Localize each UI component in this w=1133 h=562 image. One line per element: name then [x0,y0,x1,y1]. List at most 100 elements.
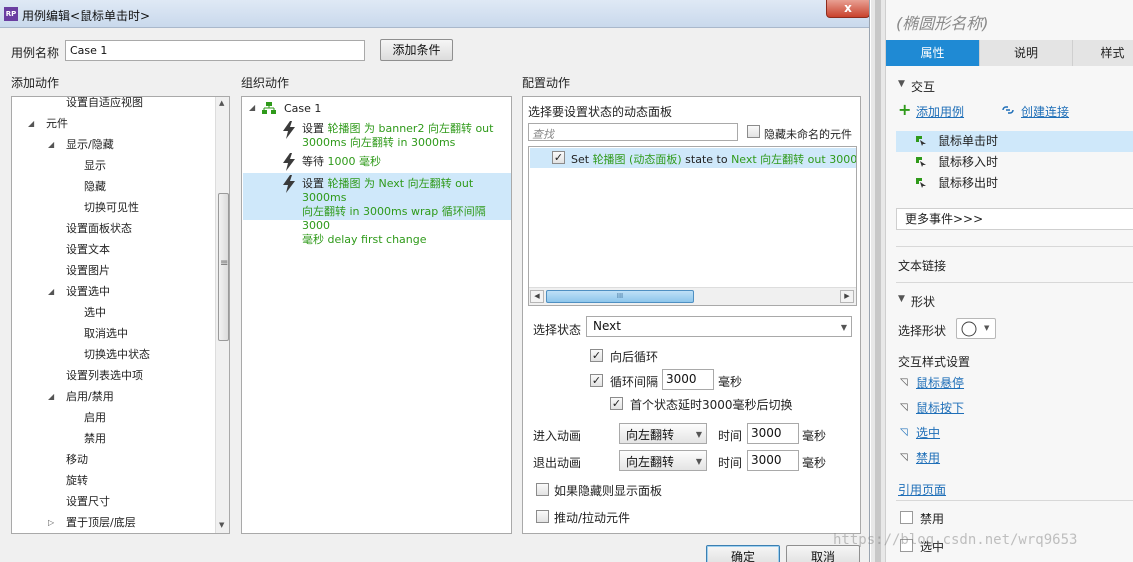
tree-item[interactable]: 显示 [84,155,106,176]
tab-notes[interactable]: 说明 [979,40,1072,66]
expand-toggle-icon[interactable]: ▷ [48,518,54,527]
interaction-style-link[interactable]: 禁用 [916,449,940,466]
show-if-hidden-checkbox[interactable] [536,483,549,496]
add-condition-button[interactable]: 添加条件 [380,39,453,61]
disabled-checkbox[interactable] [900,511,913,524]
tree-item[interactable]: 选中 [84,302,106,323]
action-1[interactable]: 设置 轮播图 为 banner2 向左翻转 out 3000ms 向左翻转 in… [302,122,493,150]
interaction-header[interactable]: 交互 [911,78,935,95]
tree-scrollbar[interactable]: ▲ ≡ ▼ [215,97,229,533]
tree-item[interactable]: 移动 [66,449,88,470]
tab-properties[interactable]: 属性 [886,40,979,66]
wrap-checkbox[interactable]: ✓ [590,349,603,362]
shape-picker[interactable]: ▼ [956,318,996,339]
tree-item[interactable]: 切换可见性 [84,197,139,218]
select-state-label: 选择状态 [533,323,582,337]
tree-item[interactable]: 切换选中状态 [84,344,150,365]
enter-time-label: 时间 [718,429,743,443]
case-label[interactable]: Case 1 [284,102,321,116]
expand-toggle-icon[interactable]: ◢ [48,287,54,296]
scroll-up-arrow-icon[interactable]: ▲ [219,99,224,107]
tree-item[interactable]: 设置面板状态 [66,218,132,239]
tree-item[interactable]: 显示/隐藏 [66,134,114,155]
lightning-icon [283,153,295,171]
tree-item[interactable]: 启用/禁用 [66,386,114,407]
tree-item-label: 启用/禁用 [66,390,114,403]
tree-item-label: 选中 [84,306,106,319]
add-case-link[interactable]: 添加用例 [916,103,964,120]
event-item[interactable]: 鼠标移出时 [896,173,1133,194]
filter-input[interactable]: 查找 [528,123,738,141]
text-link-label[interactable]: 文本链接 [898,257,946,274]
tree-item[interactable]: 设置自适应视图 [66,96,143,113]
tree-item[interactable]: 旋转 [66,470,88,491]
tree-item[interactable]: 元件 [46,113,68,134]
horizontal-scrollbar[interactable]: ◀ III ▶ [529,287,856,305]
action-3-verb: 设置 [302,177,324,190]
first-delay-checkbox[interactable]: ✓ [610,397,623,410]
organize-actions-panel: ◢ Case 1 设置 轮播图 为 banner2 向左翻转 out 3000m… [241,96,512,534]
hscroll-thumb[interactable]: III [546,290,694,303]
action-3-line-3: 毫秒 delay first change [302,233,427,246]
expand-toggle-icon[interactable]: ◢ [28,119,34,128]
exit-anim-label: 退出动画 [533,456,582,470]
expand-toggle-icon[interactable]: ◢ [48,140,54,149]
tree-item[interactable]: 启用 [84,407,106,428]
repeat-interval-checkbox[interactable]: ✓ [590,374,603,387]
action-3[interactable]: 设置 轮播图 为 Next 向左翻转 out 3000ms 向左翻转 in 30… [302,177,511,247]
tree-item-label: 设置自适应视图 [66,96,143,109]
event-item[interactable]: 鼠标单击时 [896,131,1133,152]
scroll-down-arrow-icon[interactable]: ▼ [219,521,224,529]
exit-anim-select[interactable]: 向左翻转 ▼ [619,450,707,471]
shape-header[interactable]: 形状 [911,293,935,310]
scroll-left-arrow-icon[interactable]: ◀ [530,290,544,303]
action-2-verb: 等待 [302,155,324,168]
action-2[interactable]: 等待 1000 毫秒 [302,155,381,169]
chevron-down-icon[interactable]: ▼ [898,294,905,304]
tree-item[interactable]: 设置图片 [66,260,110,281]
actions-tree: 设置自适应视图 元件 ◢ 显示/隐藏 ◢ 显示 隐藏 切换可见性 设置面板状态 设置文本 设置图片设… [11,96,230,534]
tree-item[interactable]: 设置文本 [66,239,110,260]
tree-item[interactable]: 设置列表选中项 [66,365,143,386]
event-item[interactable]: 鼠标移入时 [896,152,1133,173]
panel-list-item[interactable]: ✓ Set 轮播图 (动态面板) state to Next 向左翻转 out … [530,148,856,168]
tree-item[interactable]: 隐藏 [84,176,106,197]
create-link-link[interactable]: 创建连接 [1021,103,1069,120]
repeat-interval-input[interactable]: 3000 [662,369,714,390]
exit-time-input[interactable]: 3000 [747,450,799,471]
event-label: 鼠标移出时 [938,176,999,190]
ok-button[interactable]: 确定 [706,545,780,562]
case-toggle-icon[interactable]: ◢ [249,103,255,112]
enter-anim-select[interactable]: 向左翻转 ▼ [619,423,707,444]
tree-item[interactable]: 取消选中 [84,323,128,344]
interaction-style-link[interactable]: 鼠标按下 [916,399,964,416]
repeat-interval-label: 循环间隔 [610,375,659,389]
tree-item[interactable]: 设置选中 [66,281,110,302]
scroll-right-arrow-icon[interactable]: ▶ [840,290,854,303]
tree-item[interactable]: 设置尺寸 [66,491,110,512]
exit-time-unit: 毫秒 [802,456,827,470]
expand-toggle-icon[interactable]: ◢ [48,392,54,401]
interaction-style-link[interactable]: 选中 [916,424,940,441]
case-name-label: 用例名称 [11,46,60,60]
push-pull-checkbox[interactable] [536,510,549,523]
tree-item[interactable]: 置于顶层/底层 [66,512,136,533]
interaction-style-link[interactable]: 鼠标悬停 [916,374,964,391]
panel-splitter[interactable] [871,0,885,562]
state-select[interactable]: Next ▼ [586,316,852,337]
enter-time-input[interactable]: 3000 [747,423,799,444]
circle-shape-icon [961,321,977,337]
cursor-click-icon [916,136,926,146]
reference-page-link[interactable]: 引用页面 [898,481,946,498]
tree-item[interactable]: 禁用 [84,428,106,449]
close-button[interactable]: x [826,0,869,18]
tree-scroll-thumb[interactable]: ≡ [218,193,229,341]
tab-style[interactable]: 样式 [1072,40,1133,66]
chevron-down-icon[interactable]: ▼ [898,79,905,89]
more-events-button[interactable]: 更多事件>>> [896,208,1133,230]
case-name-input[interactable]: Case 1 [65,40,365,61]
hide-unnamed-checkbox[interactable] [747,125,760,138]
widget-name[interactable]: (椭圆形名称) [896,10,989,34]
panel-item-checkbox[interactable]: ✓ [552,151,565,164]
divider [896,282,1133,283]
